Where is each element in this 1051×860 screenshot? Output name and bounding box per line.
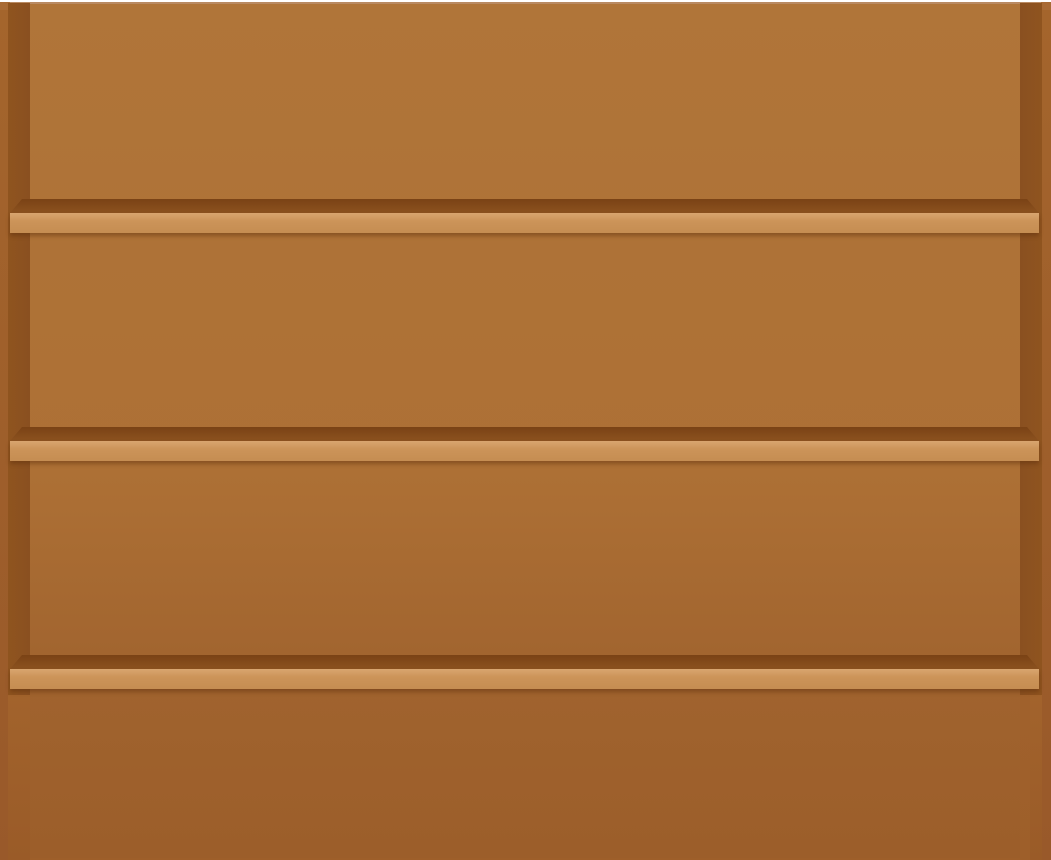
left-base (8, 695, 30, 860)
shelf-1 (10, 199, 1039, 235)
bookcase (0, 0, 1051, 860)
shelf-3 (10, 655, 1039, 691)
top-edge (10, 2, 1041, 4)
shelf-2 (10, 427, 1039, 463)
right-side-wall (1020, 3, 1042, 695)
right-outer-strip (1042, 10, 1051, 860)
shelf-front-edge (10, 669, 1039, 689)
shelf-surface (22, 199, 1027, 213)
shelf-front-edge (10, 441, 1039, 461)
shelf-surface (22, 655, 1027, 669)
shelf-surface (22, 427, 1027, 441)
right-base (1030, 695, 1042, 860)
shelf-front-edge (10, 213, 1039, 233)
left-side-wall (8, 3, 30, 695)
left-outer-strip (0, 10, 8, 860)
